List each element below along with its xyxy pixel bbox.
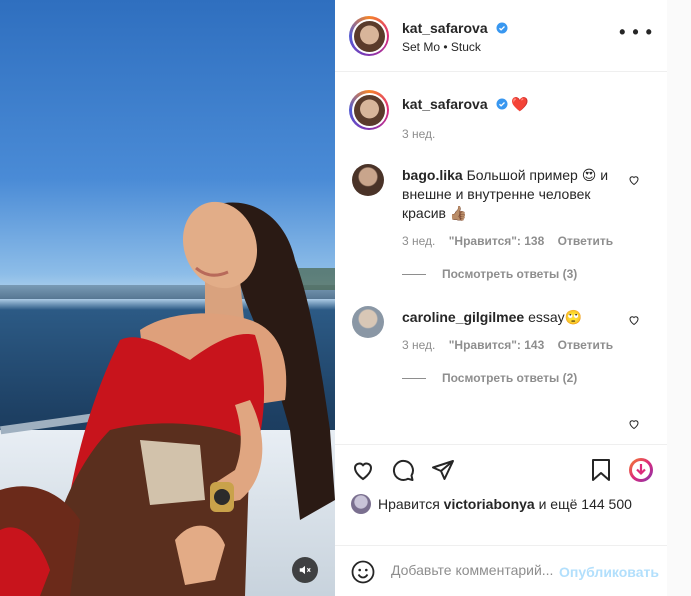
more-options-icon[interactable]: • • • <box>619 23 653 41</box>
view-replies-button[interactable]: Посмотреть ответы (3) <box>402 267 577 281</box>
caption-avatar[interactable] <box>349 90 389 130</box>
comment-icon[interactable] <box>391 458 415 482</box>
download-icon[interactable] <box>628 457 654 483</box>
add-comment-bar: Опубликовать <box>335 545 667 596</box>
comment-time[interactable]: 3 нед. <box>402 234 435 248</box>
post-side-panel: kat_safarova Set Mo • Stuck • • • kat_sa… <box>335 0 667 596</box>
comment-text: bago.lika Большой пример 😍 и внешне и вн… <box>402 166 627 223</box>
likes-count[interactable]: и ещё 144 500 <box>539 496 632 512</box>
share-icon[interactable] <box>431 458 455 482</box>
comment-likes[interactable]: "Нравится": 143 <box>449 338 545 352</box>
comment-avatar[interactable] <box>352 306 384 338</box>
comment-input[interactable] <box>391 562 557 578</box>
comment-text: caroline_gilgilmee essay🙄 <box>402 308 627 327</box>
view-replies-button[interactable]: Посмотреть ответы (2) <box>402 371 577 385</box>
heart-icon[interactable] <box>628 174 640 186</box>
woman-figure <box>0 201 335 596</box>
liker-avatar[interactable] <box>351 494 371 514</box>
likes-user[interactable]: victoriabonya <box>444 496 535 512</box>
view-replies-label: Посмотреть ответы (3) <box>442 267 578 281</box>
heart-icon[interactable] <box>628 314 640 326</box>
caption-time[interactable]: 3 нед. <box>402 127 435 141</box>
action-bar <box>335 444 667 494</box>
post-video[interactable] <box>0 0 335 596</box>
comment-username[interactable]: bago.lika <box>402 167 463 183</box>
likes-summary: Нравится victoriabonya и ещё 144 500 <box>351 494 632 514</box>
caption-username[interactable]: kat_safarova <box>402 96 488 112</box>
bookmark-icon[interactable] <box>589 458 613 482</box>
verified-badge-icon <box>496 98 508 110</box>
comment-meta: 3 нед. "Нравится": 143 Ответить <box>402 338 623 352</box>
verified-badge-icon <box>496 22 508 34</box>
audio-line[interactable]: Set Mo • Stuck <box>402 40 481 54</box>
author-avatar[interactable] <box>349 16 389 56</box>
view-replies-label: Посмотреть ответы (2) <box>442 371 578 385</box>
caption-emoji: ❤️ <box>511 96 529 112</box>
caption: kat_safarova ❤️ <box>402 96 529 113</box>
post-header: kat_safarova Set Mo • Stuck • • • <box>335 0 667 72</box>
comment-message: essay🙄 <box>528 309 583 325</box>
comment-avatar[interactable] <box>352 164 384 196</box>
publish-button[interactable]: Опубликовать <box>559 564 659 580</box>
comment-meta: 3 нед. "Нравится": 138 Ответить <box>402 234 623 248</box>
comment-likes[interactable]: "Нравится": 138 <box>449 234 545 248</box>
comments-list: kat_safarova ❤️ 3 нед. bago.lika Большой… <box>335 72 667 444</box>
author-username[interactable]: kat_safarova <box>402 20 488 36</box>
reply-button[interactable]: Ответить <box>558 338 613 352</box>
mute-button[interactable] <box>292 557 318 583</box>
comment-time[interactable]: 3 нед. <box>402 338 435 352</box>
comment-username[interactable]: caroline_gilgilmee <box>402 309 524 325</box>
likes-prefix: Нравится <box>378 496 440 512</box>
mute-icon <box>299 565 311 575</box>
reply-button[interactable]: Ответить <box>558 234 613 248</box>
emoji-icon[interactable] <box>351 560 375 584</box>
heart-icon[interactable] <box>628 418 640 430</box>
post-dialog: kat_safarova Set Mo • Stuck • • • kat_sa… <box>0 0 667 596</box>
heart-icon[interactable] <box>351 458 375 482</box>
